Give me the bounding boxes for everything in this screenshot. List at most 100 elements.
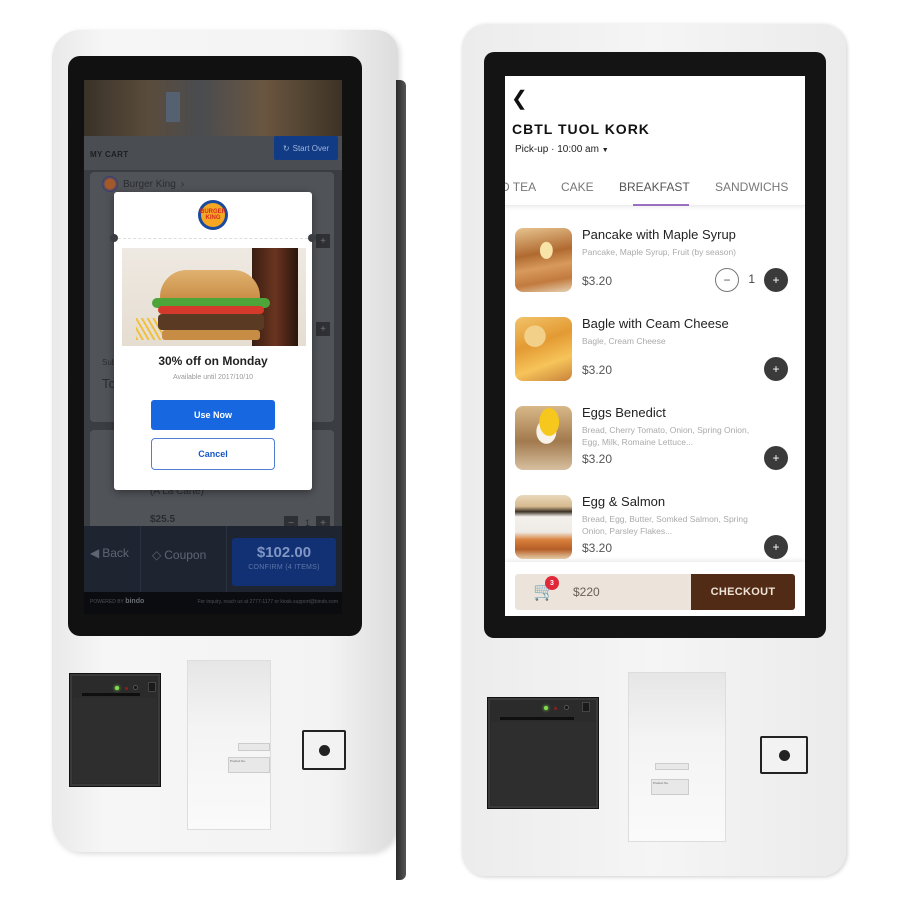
increase-qty-button[interactable]: + — [316, 234, 330, 248]
burger-tomato — [158, 306, 264, 314]
card-reader-recess: Product No. — [628, 672, 726, 842]
receipt-printer — [487, 697, 599, 809]
back-button[interactable]: ◀ Back — [90, 546, 129, 560]
burger-patty — [158, 314, 264, 330]
printer-cover — [491, 722, 595, 805]
right-kiosk-screen: ❮ CBTL TUOL KORK Pick-up · 10:00 am ▼ D … — [505, 76, 805, 616]
burger-promo-image — [122, 248, 306, 346]
item-price: $3.20 — [582, 452, 613, 466]
cart-count-badge: 3 — [545, 576, 559, 590]
category-tabs: D TEA CAKE BREAKFAST SANDWICHS — [505, 176, 805, 206]
item-name: Eggs Benedict — [582, 405, 666, 420]
paper-slot — [82, 693, 140, 696]
add-item-button[interactable]: + — [764, 446, 788, 470]
ticket-notch — [308, 234, 316, 242]
add-item-button[interactable]: + — [764, 357, 788, 381]
scanner-lens-icon — [318, 744, 330, 756]
cancel-button[interactable]: Cancel — [151, 438, 275, 470]
qr-scanner — [760, 736, 808, 774]
back-circle-icon: ◀ — [90, 546, 100, 560]
confirm-label: CONFIRM (4 ITEMS) — [248, 564, 320, 571]
tab-sandwichs[interactable]: SANDWICHS — [715, 180, 788, 194]
menu-item[interactable]: Bagle with Ceam Cheese Bagle, Cream Chee… — [505, 313, 805, 397]
coupon-modal: BURGER KING 30% off on Monday Available … — [110, 192, 316, 490]
printer-led-green — [115, 686, 119, 690]
tab-breakfast[interactable]: BREAKFAST — [619, 180, 690, 194]
ticket-perforation — [118, 238, 308, 239]
divider — [226, 526, 227, 592]
barcode-sticker — [238, 743, 270, 751]
decrease-qty-button[interactable]: − — [715, 268, 739, 292]
confirm-order-button[interactable]: $102.00 CONFIRM (4 ITEMS) — [232, 538, 336, 586]
item-price: $3.20 — [582, 541, 613, 555]
item-qty: 1 — [748, 272, 755, 286]
bagel-image — [515, 317, 572, 381]
pickup-time-selector[interactable]: Pick-up · 10:00 am ▼ — [515, 144, 609, 155]
refresh-icon: ↻ — [282, 143, 290, 153]
divider — [140, 526, 141, 592]
printer-led-red — [554, 707, 557, 710]
burger-king-logo-icon — [102, 176, 118, 192]
cart-title: MY CART — [90, 150, 129, 159]
printer-led-green — [544, 706, 548, 710]
cart-summary[interactable]: 🛒 3 $220 CHECKOUT — [515, 574, 795, 610]
item-description: Bagle, Cream Cheese — [582, 336, 666, 346]
bindo-brand: bindo — [125, 598, 145, 605]
burger-king-logo-icon: BURGER KING — [198, 200, 228, 230]
active-tab-indicator — [633, 204, 689, 206]
ticket-notch — [110, 234, 118, 242]
use-now-button[interactable]: Use Now — [151, 400, 275, 430]
left-kiosk-screen: MY CART ↻ Start Over Burger King › + + S… — [84, 80, 342, 614]
chevron-left-icon[interactable]: ❮ — [511, 86, 528, 111]
printer-led-red — [125, 687, 128, 690]
item-description: Bread, Cherry Tomato, Onion, Spring Onio… — [582, 425, 750, 447]
add-item-button[interactable]: + — [764, 535, 788, 559]
item-name: Egg & Salmon — [582, 494, 666, 509]
item-price: $3.20 — [582, 274, 613, 288]
printer-latch — [582, 702, 590, 712]
powered-by: POWERED BY bindo — [90, 598, 145, 605]
tab-cake[interactable]: CAKE — [561, 180, 594, 194]
cart-header: MY CART ↻ Start Over — [84, 136, 342, 170]
coupon-label: Coupon — [164, 548, 207, 562]
start-over-label: Start Over — [292, 143, 330, 153]
increase-qty-button[interactable]: + — [316, 322, 330, 336]
item-description: Bread, Egg, Butter, Somked Salmon, Sprin… — [582, 514, 748, 536]
product-label-sticker: Product No. — [228, 757, 270, 773]
inquiry-text: For inquiry, reach us at 2777-1177 or ki… — [197, 599, 338, 605]
brand-logo-text: BURGER KING — [200, 203, 226, 227]
bottom-action-bar: ◀ Back ◇ Coupon $102.00 CONFIRM (4 ITEMS… — [84, 526, 342, 592]
eggs-benedict-image — [515, 406, 572, 470]
menu-item[interactable]: Pancake with Maple Syrup Pancake, Maple … — [505, 224, 805, 308]
kiosk-footer: POWERED BY bindo For inquiry, reach us a… — [84, 592, 342, 614]
printer-button — [133, 685, 138, 690]
printer-cover — [73, 698, 157, 783]
printer-latch — [148, 682, 156, 692]
barcode-sticker — [655, 763, 689, 770]
menu-item[interactable]: Eggs Benedict Bread, Cherry Tomato, Onio… — [505, 402, 805, 486]
banner-poster — [166, 92, 180, 122]
store-link[interactable]: Burger King › — [102, 176, 184, 192]
item-name: Pancake with Maple Syrup — [582, 227, 736, 242]
qr-scanner — [302, 730, 346, 770]
back-label: Back — [102, 546, 129, 560]
tab-tea[interactable]: D TEA — [505, 180, 536, 194]
checkout-button[interactable]: CHECKOUT — [691, 574, 795, 610]
coupon-button[interactable]: ◇ Coupon — [152, 548, 206, 562]
burger-bun — [160, 270, 260, 300]
add-item-button[interactable]: + — [764, 268, 788, 292]
store-name: Burger King — [123, 178, 176, 190]
scanner-lens-icon — [778, 749, 790, 761]
pickup-label: Pick-up — [515, 144, 549, 155]
chevron-right-icon: › — [180, 178, 185, 190]
order-total: $102.00 — [256, 544, 312, 561]
cart-total: $220 — [573, 585, 600, 599]
item-name: Bagle with Ceam Cheese — [582, 316, 729, 331]
caret-down-icon: ▼ — [601, 147, 609, 154]
pickup-time: 10:00 am — [557, 144, 599, 155]
burger-bun-bottom — [162, 330, 260, 340]
item-description: Pancake, Maple Syrup, Fruit (by season) — [582, 247, 737, 257]
egg-salmon-image — [515, 495, 572, 559]
start-over-button[interactable]: ↻ Start Over — [274, 136, 338, 160]
paper-slot — [500, 717, 574, 720]
